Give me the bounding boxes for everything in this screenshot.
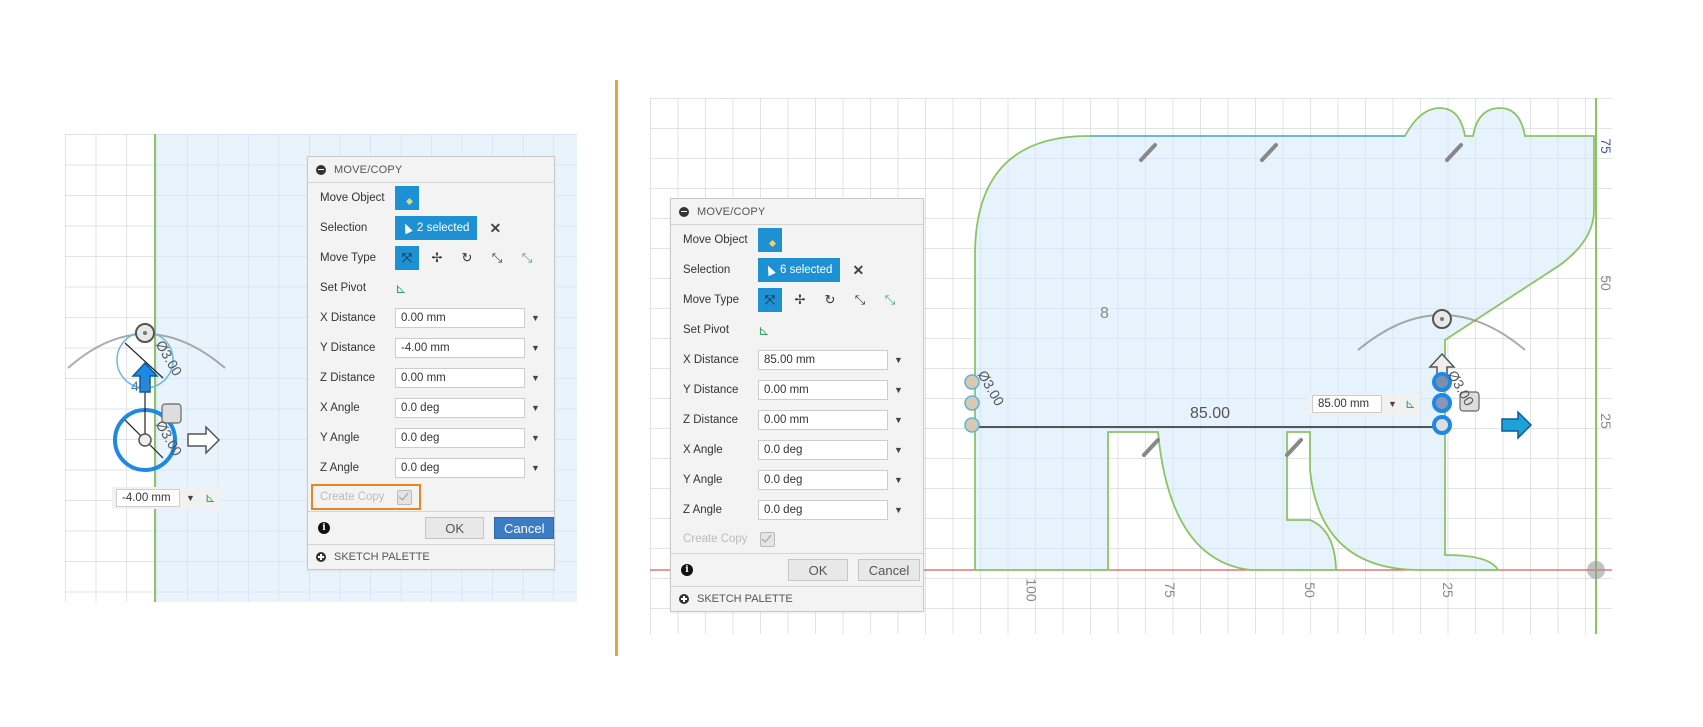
x-distance-dropdown-icon[interactable]: ▼: [894, 355, 903, 365]
create-copy-label: Create Copy: [683, 533, 748, 545]
expand-icon[interactable]: [679, 594, 689, 604]
x-angle-input[interactable]: 0.0 deg: [758, 440, 888, 460]
fillet-marker: 8: [1100, 305, 1109, 322]
floating-value-field[interactable]: 85.00 mm: [1312, 395, 1382, 413]
dimension-value[interactable]: 85.00: [1190, 405, 1230, 423]
ok-button[interactable]: OK: [788, 559, 848, 581]
selection-count: 6 selected: [780, 264, 833, 276]
x-distance-label: X Distance: [683, 354, 739, 366]
x-arrow-icon: [1501, 410, 1533, 440]
dropdown-caret-icon[interactable]: ▼: [1388, 399, 1397, 409]
free-move-icon[interactable]: ⤧: [758, 288, 782, 312]
selection-button[interactable]: 6 selected: [758, 258, 841, 282]
x-axis-tick: 50: [1301, 582, 1318, 598]
dialog-header[interactable]: MOVE/COPY: [671, 199, 923, 225]
x-distance-input[interactable]: 85.00 mm: [758, 350, 888, 370]
y-angle-label: Y Angle: [683, 474, 723, 486]
floating-distance-input[interactable]: 85.00 mm ▼ ⊾: [1308, 393, 1420, 415]
move-object-button[interactable]: [758, 228, 782, 252]
y-distance-input[interactable]: 0.00 mm: [758, 380, 888, 400]
bear-profile: [974, 107, 1595, 571]
body-icon: [768, 239, 776, 247]
pivot-axes-icon[interactable]: ⊾: [1405, 396, 1416, 412]
y-distance-dropdown-icon[interactable]: ▼: [894, 385, 903, 395]
x-axis-tick: 100: [1023, 578, 1040, 602]
z-angle-input[interactable]: 0.0 deg: [758, 500, 888, 520]
x-axis-tick: 25: [1439, 582, 1456, 598]
point-to-position-icon[interactable]: ⤡: [878, 288, 902, 312]
y-axis-tick: 50: [1597, 275, 1614, 291]
origin-marker: [1587, 561, 1605, 579]
move-object-label: Move Object: [683, 234, 748, 246]
clear-selection-icon[interactable]: ✕: [852, 262, 864, 279]
cancel-button[interactable]: Cancel: [858, 559, 920, 581]
pivot-point: [1432, 415, 1452, 435]
z-distance-dropdown-icon[interactable]: ▼: [894, 415, 903, 425]
sketch-palette-label: SKETCH PALETTE: [697, 593, 793, 605]
translate-icon[interactable]: ✢: [788, 288, 812, 312]
rotate-icon[interactable]: ↻: [818, 288, 842, 312]
cursor-icon: [764, 263, 776, 277]
point-to-point-icon[interactable]: ⤡: [848, 288, 872, 312]
x-angle-label: X Angle: [683, 444, 723, 456]
collapse-icon[interactable]: [679, 206, 689, 217]
sketch-palette-header[interactable]: SKETCH PALETTE: [671, 586, 923, 611]
z-distance-input[interactable]: 0.00 mm: [758, 410, 888, 430]
selection-label: Selection: [683, 264, 731, 276]
set-pivot-label: Set Pivot: [683, 324, 730, 336]
info-icon[interactable]: i: [681, 564, 693, 576]
y-angle-input[interactable]: 0.0 deg: [758, 470, 888, 490]
dialog-title: MOVE/COPY: [697, 205, 766, 218]
x-axis-tick: 75: [1161, 582, 1178, 598]
z-distance-label: Z Distance: [683, 414, 738, 426]
y-angle-dropdown-icon[interactable]: ▼: [894, 475, 903, 485]
x-angle-dropdown-icon[interactable]: ▼: [894, 445, 903, 455]
y-distance-label: Y Distance: [683, 384, 739, 396]
y-axis-tick: 25: [1597, 413, 1614, 429]
y-axis-tick: 75: [1597, 138, 1614, 154]
set-pivot-icon[interactable]: ⊾: [758, 322, 770, 339]
z-angle-dropdown-icon[interactable]: ▼: [894, 505, 903, 515]
move-type-label: Move Type: [683, 294, 740, 306]
move-copy-dialog-right: MOVE/COPY Move Object Selection 6 select…: [670, 198, 924, 612]
create-copy-checkbox[interactable]: [759, 531, 775, 547]
z-angle-label: Z Angle: [683, 504, 722, 516]
